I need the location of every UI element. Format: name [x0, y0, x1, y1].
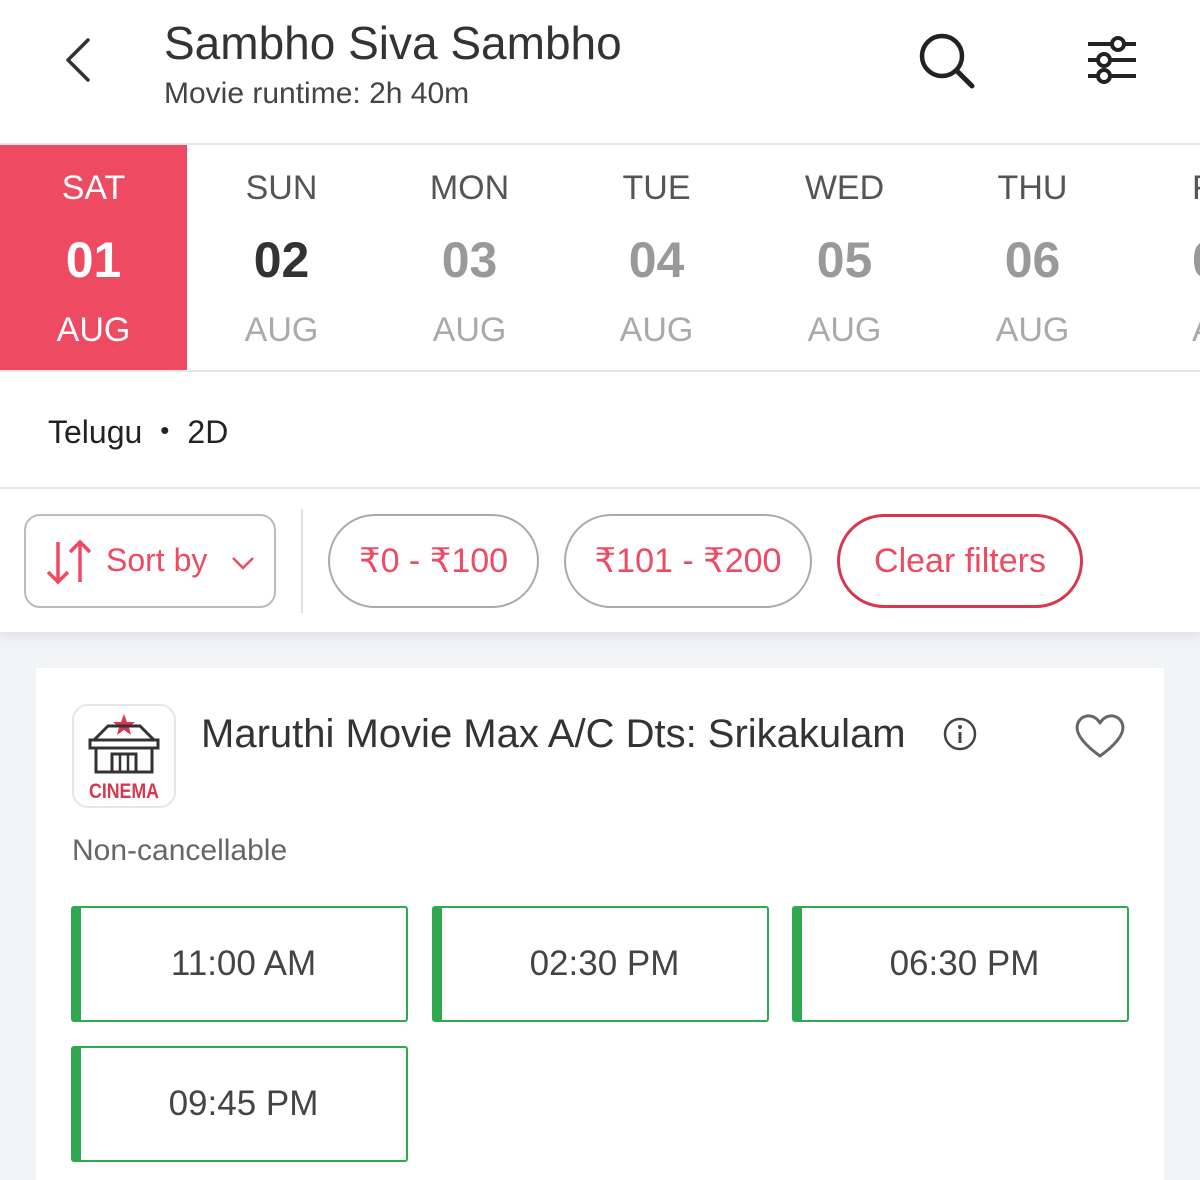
sort-by-label: Sort by	[106, 542, 208, 578]
date-day: 01	[65, 232, 122, 288]
date-item-partial[interactable]: F 0 A	[1192, 145, 1200, 370]
date-item-sun-02[interactable]: SUN 02 AUG	[188, 145, 375, 370]
heart-icon	[1075, 714, 1125, 758]
sort-by-button[interactable]: Sort by	[24, 514, 276, 608]
format-info: Telugu • 2D	[48, 414, 228, 451]
price-filter-101-200[interactable]: ₹101 - ₹200	[564, 514, 812, 608]
showtime-button[interactable]: 02:30 PM	[432, 906, 769, 1022]
date-month: AUG	[619, 311, 694, 349]
price-filter-0-100[interactable]: ₹0 - ₹100	[328, 514, 539, 608]
showtime-button[interactable]: 06:30 PM	[792, 906, 1129, 1022]
filter-bar: Sort by ₹0 - ₹100 ₹101 - ₹200 Clear filt…	[0, 489, 1200, 632]
search-button[interactable]	[912, 28, 982, 92]
date-dow: SUN	[245, 169, 318, 207]
date-dow: SAT	[61, 169, 126, 207]
search-icon	[919, 33, 975, 89]
date-day: 06	[1004, 232, 1061, 288]
showtime-button[interactable]: 11:00 AM	[71, 906, 408, 1022]
sliders-icon	[1088, 36, 1136, 84]
divider	[301, 509, 303, 613]
date-dow: F	[1192, 169, 1200, 208]
cinema-card: CINEMA Maruthi Movie Max A/C Dts: Srikak…	[36, 668, 1164, 1180]
date-dow: THU	[997, 169, 1068, 207]
cancellation-policy: Non-cancellable	[72, 834, 288, 867]
date-month: AUG	[432, 311, 507, 349]
separator-dot: •	[160, 415, 170, 446]
clear-filters-button[interactable]: Clear filters	[837, 514, 1083, 608]
showtime-button[interactable]: 09:45 PM	[71, 1046, 408, 1162]
cinema-building-icon: CINEMA	[88, 714, 160, 803]
cinema-logo: CINEMA	[72, 704, 176, 808]
date-item-mon-03[interactable]: MON 03 AUG	[376, 145, 563, 370]
info-icon[interactable]	[942, 716, 978, 752]
dimension-label: 2D	[187, 414, 229, 450]
date-item-thu-06[interactable]: THU 06 AUG	[939, 145, 1126, 370]
date-dow: WED	[804, 169, 885, 207]
movie-runtime: Movie runtime: 2h 40m	[164, 77, 470, 110]
date-dow: TUE	[622, 169, 691, 207]
date-day: 05	[816, 232, 873, 288]
cinema-name: Maruthi Movie Max A/C Dts: Srikakulam	[201, 712, 906, 756]
date-month: AUG	[56, 311, 131, 349]
date-day: 02	[253, 232, 310, 288]
date-item-tue-04[interactable]: TUE 04 AUG	[563, 145, 750, 370]
date-dow: MON	[429, 169, 510, 207]
date-day: 04	[628, 232, 685, 288]
chevron-down-icon	[232, 557, 254, 570]
date-month: AUG	[807, 311, 882, 349]
date-item-sat-01[interactable]: SAT 01 AUG	[0, 145, 187, 370]
language-label: Telugu	[48, 414, 143, 450]
favorite-button[interactable]	[1072, 710, 1128, 762]
back-button[interactable]	[52, 30, 108, 90]
chevron-left-icon	[66, 38, 90, 82]
date-month: AUG	[244, 311, 319, 349]
date-selector: SAT 01 AUG SUN 02 AUG MON 03 AUG TUE 04 …	[0, 145, 1200, 373]
date-item-wed-05[interactable]: WED 05 AUG	[751, 145, 938, 370]
format-row: Telugu • 2D	[0, 372, 1200, 489]
app-header: Sambho Siva Sambho Movie runtime: 2h 40m	[0, 0, 1200, 145]
date-month: A	[1192, 311, 1200, 350]
movie-title: Sambho Siva Sambho	[164, 17, 622, 69]
date-day: 0	[1192, 231, 1200, 289]
filter-button[interactable]	[1080, 30, 1144, 90]
date-month: AUG	[995, 311, 1070, 349]
date-day: 03	[441, 232, 498, 288]
cinema-logo-text: CINEMA	[89, 780, 159, 803]
sort-arrows-icon	[46, 539, 92, 585]
